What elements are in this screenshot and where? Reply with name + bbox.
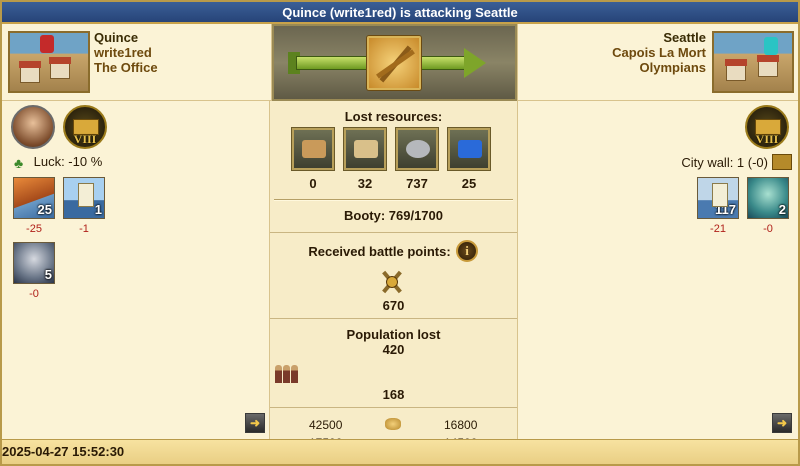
unit-fire-ship[interactable]: 25 [13, 177, 55, 219]
unit-count: 1 [94, 202, 102, 217]
population-lost-defender: 168 [382, 387, 405, 402]
attacker-info: Quince write1red The Office [94, 30, 158, 75]
unit-count: 117 [715, 202, 736, 217]
favor-icon [448, 128, 490, 170]
luck-indicator: ♣ Luck: -10 % [14, 154, 102, 170]
divider [270, 232, 517, 233]
unit-loss: -0 [29, 288, 39, 300]
defender-panel: VIII City wall: 1 (-0) 117 -21 2 -0 ➜ [517, 101, 798, 439]
attacker-city-link[interactable]: Quince [94, 30, 158, 45]
attacker-alliance-link[interactable]: The Office [94, 60, 158, 75]
booty-label: Booty: 769/1700 [344, 208, 443, 223]
wood-icon [292, 128, 334, 170]
attacker-details-button[interactable]: ➜ [245, 413, 265, 433]
battle-points-icon [378, 269, 406, 295]
unit-loss: -25 [26, 223, 42, 235]
population-lost-title: Population lost [346, 327, 441, 342]
unit-siren[interactable]: 2 [747, 177, 789, 219]
battle-points-value: 670 [382, 298, 405, 313]
luck-label: Luck: -10 % [33, 154, 103, 169]
unit-loss: -0 [763, 223, 773, 235]
defender-city-link[interactable]: Seattle [612, 30, 706, 45]
defender-info: Seattle Capois La Mort Olympians [612, 30, 706, 75]
info-icon[interactable]: i [456, 240, 478, 262]
population-icon [274, 363, 298, 383]
lost-resources-title: Lost resources: [344, 109, 443, 124]
attacker-city-image[interactable] [8, 31, 90, 93]
defender-city-image[interactable] [712, 31, 794, 93]
defender-player-link[interactable]: Capois La Mort [612, 45, 706, 60]
unit-harpy[interactable]: 5 [13, 242, 55, 284]
attacker-header: Quince write1red The Office [2, 24, 272, 101]
attacker-hero-level: VIII [73, 132, 97, 146]
unit-count: 5 [44, 267, 52, 282]
city-wall-label: City wall: 1 (-0) [681, 155, 768, 170]
city-wall-indicator: City wall: 1 (-0) [681, 154, 792, 170]
defender-alliance-link[interactable]: Olympians [612, 60, 706, 75]
report-timestamp: 2025-04-27 15:52:30 [2, 439, 798, 464]
unit-transport-boat[interactable]: 1 [63, 177, 105, 219]
defender-hero-level: VIII [755, 132, 779, 146]
attacker-player-link[interactable]: write1red [94, 45, 158, 60]
arrow-head [464, 48, 486, 78]
unit-count: 2 [778, 202, 786, 217]
unit-bireme[interactable]: 117 [697, 177, 739, 219]
population-lost-attacker: 420 [382, 342, 405, 357]
defender-header: Seattle Capois La Mort Olympians [517, 24, 798, 101]
attacker-hero-level-badge: VIII [63, 105, 107, 149]
city-wall-icon [772, 154, 792, 170]
defender-resource-cost: 16800 [444, 418, 478, 432]
defender-details-button[interactable]: ➜ [772, 413, 792, 433]
spear-attack-icon [367, 36, 421, 90]
coins-icon [385, 418, 401, 430]
divider [274, 199, 513, 201]
battle-summary: Lost resources: 0 32 737 25 Booty: 769/1… [270, 101, 517, 439]
silver-icon [396, 128, 438, 170]
unit-loss: -1 [79, 223, 89, 235]
attacker-panel: VIII ♣ Luck: -10 % 25 -25 1 -1 5 -0 ➜ [2, 101, 270, 439]
attack-banner [272, 24, 517, 101]
divider [270, 318, 517, 319]
stone-icon [344, 128, 386, 170]
clover-icon: ♣ [14, 155, 24, 171]
divider [270, 407, 517, 408]
unit-count: 25 [37, 202, 52, 217]
report-title: Quince (write1red) is attacking Seattle [2, 2, 798, 24]
defender-hero-level-badge: VIII [745, 105, 789, 149]
favor-lost: 25 [461, 176, 477, 191]
stone-lost: 32 [357, 176, 373, 191]
attacker-hero-portrait[interactable] [11, 105, 55, 149]
silver-lost: 737 [406, 176, 428, 191]
attacker-resource-cost: 42500 [309, 418, 343, 432]
wood-lost: 0 [309, 176, 317, 191]
unit-loss: -21 [710, 223, 726, 235]
